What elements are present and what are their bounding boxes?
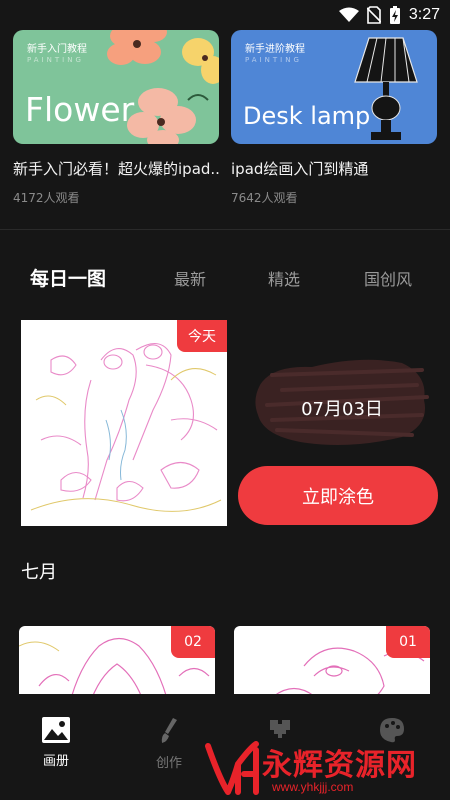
watermark: 永辉资源网 www.yhkjjj.com bbox=[200, 740, 450, 800]
watermark-text: 永辉资源网 bbox=[262, 748, 417, 783]
tab-daily[interactable]: 每日一图 bbox=[30, 264, 106, 291]
course-title[interactable]: ipad绘画入门到精通 bbox=[231, 158, 437, 179]
course-card-flower[interactable]: 新手入门教程 PAINTING Flower 新手入门必看！超火爆的ipad..… bbox=[13, 30, 219, 206]
no-sim-icon bbox=[366, 6, 381, 24]
status-time: 3:27 bbox=[408, 6, 440, 23]
course-title[interactable]: 新手入门必看！超火爆的ipad... bbox=[13, 158, 219, 179]
course-sub: PAINTING bbox=[245, 56, 302, 64]
start-coloring-button[interactable]: 立即涂色 bbox=[238, 466, 438, 525]
day-badge: 01 bbox=[386, 626, 430, 658]
tab-guochao[interactable]: 国创风 bbox=[364, 266, 412, 290]
course-views: 7642人观看 bbox=[231, 191, 298, 205]
course-views: 4172人观看 bbox=[13, 191, 80, 205]
course-thumbnail-flower[interactable]: 新手入门教程 PAINTING Flower bbox=[13, 30, 219, 144]
course-thumbnail-desk-lamp[interactable]: 新手进阶教程 PAINTING Desk lamp bbox=[231, 30, 437, 144]
course-headline: Desk lamp bbox=[243, 102, 371, 130]
course-card-desk-lamp[interactable]: 新手进阶教程 PAINTING Desk lamp ipad绘画入门到精通 76… bbox=[231, 30, 437, 206]
month-label: 七月 bbox=[21, 562, 57, 583]
category-tabs: 每日一图 最新 精选 国创风 bbox=[0, 266, 450, 296]
nav-gallery[interactable]: 画册 bbox=[26, 716, 86, 769]
image-icon bbox=[42, 717, 70, 743]
nav-label-gallery: 画册 bbox=[42, 754, 69, 769]
brush-icon bbox=[161, 718, 177, 743]
pixel-heart-icon bbox=[270, 720, 290, 738]
daily-image[interactable]: 今天 bbox=[21, 320, 227, 526]
course-tag: 新手进阶教程 bbox=[245, 44, 305, 55]
course-sub: PAINTING bbox=[27, 56, 84, 64]
section-divider bbox=[0, 229, 450, 230]
status-bar: 3:27 bbox=[0, 0, 450, 30]
day-badge: 02 bbox=[171, 626, 215, 658]
watermark-logo bbox=[205, 741, 259, 795]
course-tag: 新手入门教程 bbox=[27, 44, 87, 55]
tab-latest[interactable]: 最新 bbox=[174, 266, 206, 290]
course-headline: Flower bbox=[25, 90, 135, 129]
daily-date: 07月03日 bbox=[301, 399, 383, 420]
wifi-icon bbox=[338, 7, 359, 22]
nav-create[interactable]: 创作 bbox=[139, 716, 199, 771]
tab-featured[interactable]: 精选 bbox=[268, 266, 300, 290]
nav-label-create: 创作 bbox=[155, 756, 182, 771]
battery-charging-icon bbox=[389, 6, 400, 24]
today-badge: 今天 bbox=[177, 320, 227, 352]
watermark-url: www.yhkjjj.com bbox=[272, 780, 354, 794]
